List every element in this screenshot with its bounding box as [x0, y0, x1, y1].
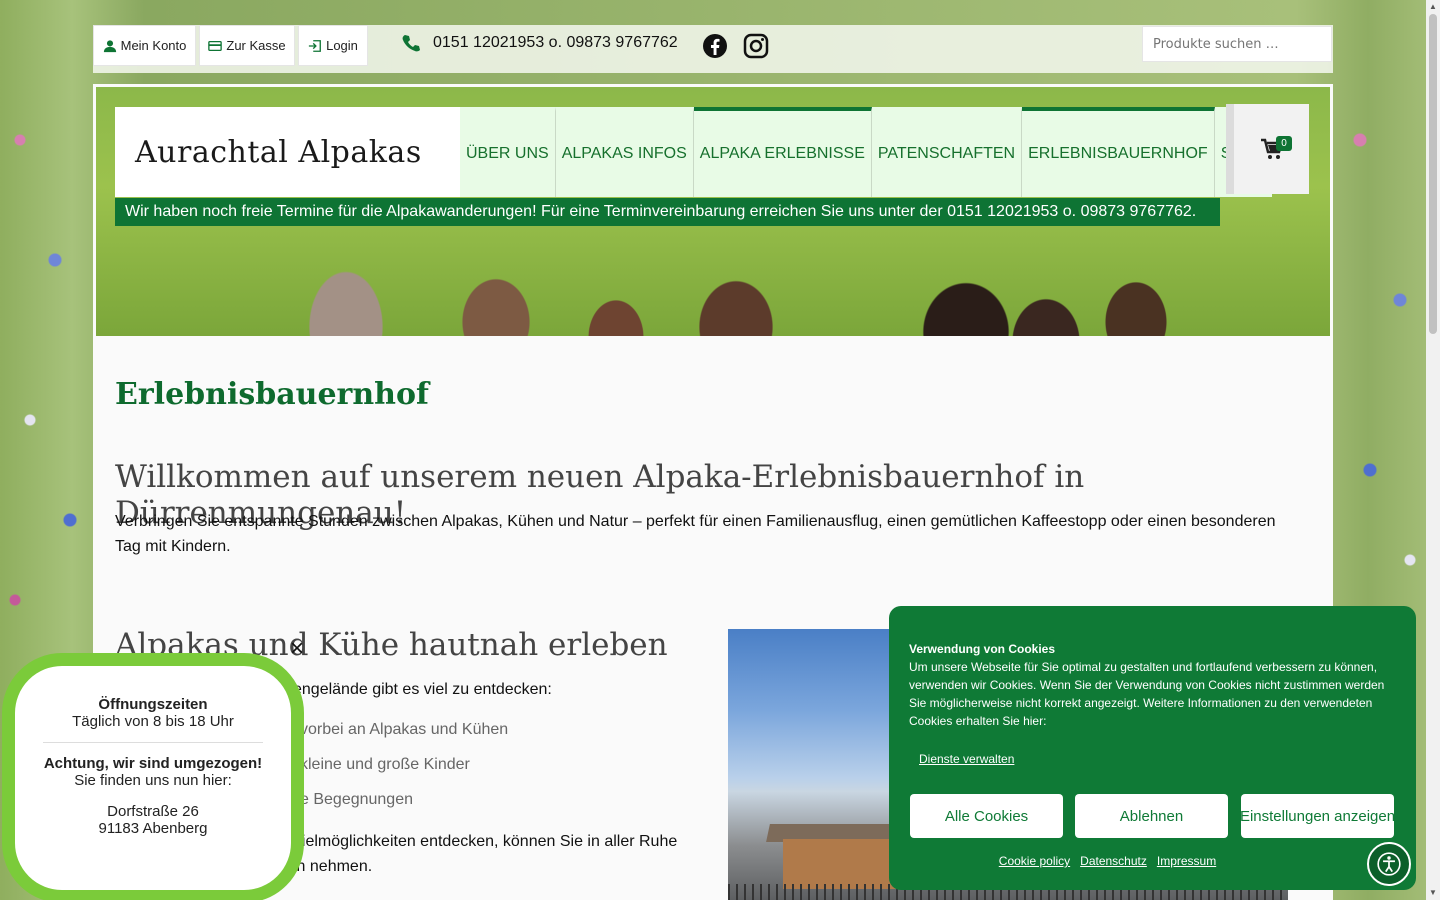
address-city: 91183 Abenberg — [98, 820, 208, 837]
intro-paragraph: Verbringen Sie entspannte Stunden zwisch… — [115, 513, 1276, 555]
imprint-link[interactable]: Impressum — [1157, 854, 1216, 868]
nav-item-alpaka-erlebnisse[interactable]: ALPAKA ERLEBNISSE — [693, 107, 872, 197]
product-search-input[interactable] — [1142, 26, 1332, 62]
hours-title: Öffnungszeiten — [98, 696, 208, 713]
cookie-policy-link[interactable]: Cookie policy — [999, 854, 1070, 868]
privacy-link[interactable]: Datenschutz — [1080, 854, 1147, 868]
address-street: Dorfstraße 26 — [107, 803, 199, 820]
moved-title: Achtung, wir sind umgezogen! — [43, 755, 263, 772]
nav-item-patenschaften[interactable]: PATENSCHAFTEN — [872, 107, 1023, 197]
phone-info[interactable]: 0151 12021953 o. 09873 9767762 — [401, 33, 678, 53]
accept-all-button[interactable]: Alle Cookies — [910, 794, 1063, 838]
page-scrollbar[interactable]: ▲ ▼ — [1426, 0, 1440, 900]
site-header: Aurachtal Alpakas ÜBER UNS ALPAKAS INFOS… — [93, 84, 1333, 339]
feature-item: vorbei an Alpakas und Kühen — [300, 721, 509, 738]
login-label: Login — [326, 38, 358, 53]
login-icon — [308, 39, 321, 52]
accessibility-icon[interactable] — [1367, 842, 1411, 886]
account-label: Mein Konto — [120, 38, 187, 53]
scrollbar-thumb[interactable] — [1429, 14, 1437, 334]
decline-button[interactable]: Ablehnen — [1075, 794, 1228, 838]
phone-number: 0151 12021953 o. 09873 9767762 — [433, 34, 678, 51]
nav-item-alpakas-infos[interactable]: ALPAKAS INFOS — [556, 107, 694, 197]
main-navigation: ÜBER UNS ALPAKAS INFOS ALPAKA ERLEBNISSE… — [460, 107, 1273, 197]
announcement-bar: Wir haben noch freie Termine für die Alp… — [115, 198, 1220, 226]
section-intro: engelände gibt es viel zu entdecken: — [293, 681, 552, 698]
cart-button[interactable]: 0 — [1226, 104, 1309, 194]
close-icon[interactable]: × — [284, 635, 310, 662]
scroll-down-icon[interactable]: ▼ — [1429, 888, 1437, 897]
scroll-up-icon[interactable]: ▲ — [1429, 2, 1437, 11]
cookie-text: Um unsere Webseite für Sie optimal zu ge… — [909, 660, 1385, 728]
opening-hours-popup: Öffnungszeiten Täglich von 8 bis 18 Uhr … — [2, 653, 304, 900]
facebook-icon[interactable] — [702, 33, 728, 59]
cart-count-badge: 0 — [1276, 136, 1292, 151]
settings-button[interactable]: Einstellungen anzeigen — [1241, 794, 1394, 838]
logo-text: Aurachtal Alpakas — [135, 134, 422, 170]
cookie-links: Cookie policy Datenschutz Impressum — [889, 854, 1416, 868]
login-button[interactable]: Login — [298, 25, 368, 66]
page-title: Erlebnisbauernhof — [115, 377, 429, 412]
section-text: pielmöglichkeiten entdecken, können Sie … — [293, 833, 678, 875]
credit-card-icon — [208, 40, 223, 51]
cookie-title: Verwendung von Cookies — [909, 642, 1056, 656]
feature-item: e Begegnungen — [300, 791, 413, 808]
checkout-button[interactable]: Zur Kasse — [199, 25, 295, 66]
instagram-icon[interactable] — [743, 33, 769, 59]
moved-text: Sie finden uns nun hier: — [74, 772, 232, 789]
account-button[interactable]: Mein Konto — [93, 25, 196, 66]
nav-item-ueber-uns[interactable]: ÜBER UNS — [460, 107, 556, 197]
user-icon — [103, 39, 116, 52]
checkout-label: Zur Kasse — [226, 38, 286, 53]
divider — [43, 742, 263, 743]
hours-text: Täglich von 8 bis 18 Uhr — [72, 713, 234, 730]
feature-item: kleine und große Kinder — [300, 756, 470, 773]
site-logo[interactable]: Aurachtal Alpakas — [115, 107, 460, 197]
manage-services-link[interactable]: Dienste verwalten — [919, 752, 1014, 766]
phone-icon — [402, 35, 420, 52]
cookie-banner: Verwendung von Cookies Um unsere Webseit… — [889, 606, 1416, 890]
nav-item-erlebnisbauernhof[interactable]: ERLEBNISBAUERNHOF — [1022, 107, 1215, 197]
